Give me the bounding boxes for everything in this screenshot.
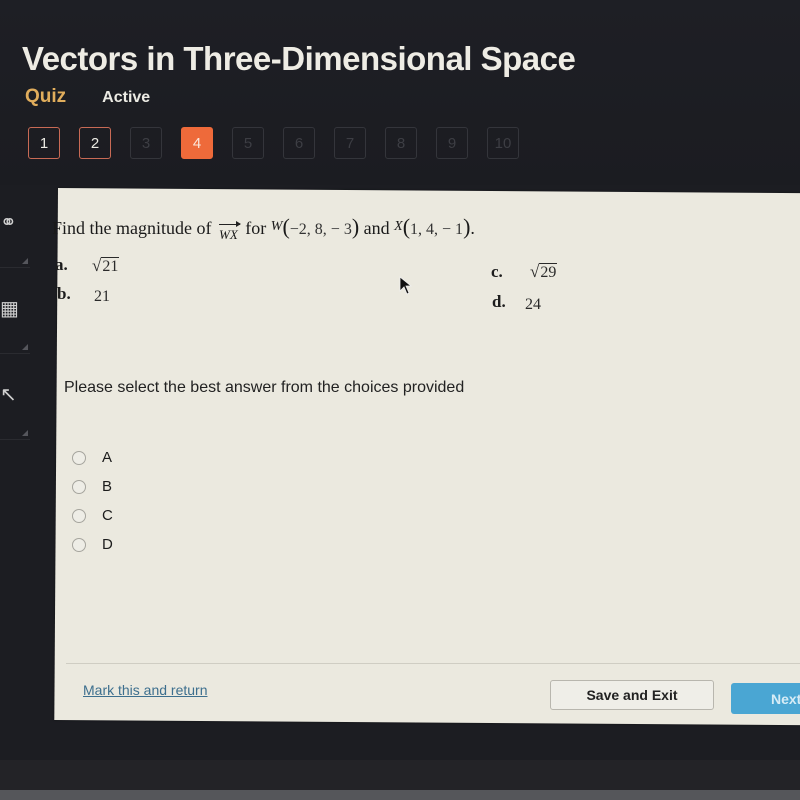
calculator-icon: ▦ [0, 298, 19, 320]
save-and-exit-button[interactable]: Save and Exit [550, 680, 714, 710]
quiz-header: Vectors in Three-Dimensional Space Quiz … [0, 0, 800, 185]
answer-option-d[interactable]: D [72, 530, 113, 559]
expand-corner-icon [22, 344, 28, 350]
question-nav-5[interactable]: 5 [232, 127, 264, 159]
answer-option-label: B [102, 478, 113, 495]
expand-corner-icon [22, 258, 28, 264]
answer-option-label: A [102, 449, 113, 466]
pointer-tool-button[interactable]: ↖ [0, 354, 30, 440]
mouse-cursor-icon [399, 276, 413, 295]
close-paren: ) [351, 214, 360, 239]
question-nav-7[interactable]: 7 [334, 127, 366, 159]
open-paren: ( [402, 214, 411, 239]
question-for: for [245, 218, 267, 238]
question-navigator: 1 2 3 4 5 6 7 8 9 10 [28, 127, 538, 159]
choice-c-letter: c. [491, 262, 503, 281]
question-text: Find the magnitude of WX for W(−2, 8, − … [52, 214, 475, 243]
radio-c[interactable] [72, 508, 86, 523]
question-prefix: Find the magnitude of [52, 218, 212, 238]
sqrt-icon: √ [92, 256, 102, 275]
question-nav-6[interactable]: 6 [283, 127, 315, 159]
question-period: . [470, 218, 475, 238]
choice-b-value: 21 [94, 288, 110, 305]
question-nav-3[interactable]: 3 [130, 127, 162, 159]
answer-option-label: C [102, 507, 113, 524]
tool-sidebar: ⚭ ▦ ↖ [0, 182, 32, 440]
expand-corner-icon [22, 430, 28, 436]
audio-tool-button[interactable]: ⚭ [0, 182, 30, 268]
instruction-text: Please select the best answer from the c… [64, 379, 465, 396]
question-nav-1[interactable]: 1 [28, 127, 60, 159]
answer-option-b[interactable]: B [72, 472, 113, 501]
question-nav-2[interactable]: 2 [79, 127, 111, 159]
question-nav-4[interactable]: 4 [181, 127, 213, 159]
answer-options: A B C D [72, 443, 113, 559]
choice-c-radicand: 29 [539, 263, 558, 281]
page-title: Vectors in Three-Dimensional Space [22, 40, 576, 77]
question-and: and [363, 218, 390, 238]
quiz-status-label: Active [102, 89, 151, 106]
footer-divider [66, 663, 800, 664]
mark-and-return-link[interactable]: Mark this and return [83, 682, 208, 698]
screen-bezel-edge [0, 790, 800, 800]
point-w-name: W [270, 219, 283, 234]
quiz-status-row: Quiz Active [25, 86, 150, 108]
choice-d-value: 24 [525, 296, 541, 313]
answer-option-label: D [102, 536, 113, 553]
vector-wx: WX [218, 221, 241, 242]
point-w-coords: −2, 8, − 3 [289, 221, 352, 238]
radio-b[interactable] [72, 479, 86, 494]
next-button[interactable]: Next [731, 683, 800, 714]
quiz-type-label: Quiz [25, 86, 67, 107]
question-nav-8[interactable]: 8 [385, 127, 417, 159]
answer-option-a[interactable]: A [72, 443, 113, 472]
pointer-tool-icon: ↖ [0, 384, 17, 406]
choice-b-letter: b. [57, 284, 71, 303]
headphones-icon: ⚭ [0, 212, 17, 234]
question-nav-9[interactable]: 9 [436, 127, 468, 159]
calculator-tool-button[interactable]: ▦ [0, 268, 30, 354]
sqrt-icon: √ [530, 262, 540, 281]
choice-a-value: √ 21 [92, 256, 120, 276]
radio-d[interactable] [72, 537, 86, 552]
choice-d-letter: d. [492, 292, 506, 311]
choice-c-value: √ 29 [530, 262, 558, 282]
radio-a[interactable] [72, 450, 86, 465]
choice-a-radicand: 21 [101, 257, 120, 275]
question-nav-10[interactable]: 10 [487, 127, 519, 159]
question-panel [54, 188, 800, 726]
open-paren: ( [282, 214, 290, 239]
point-x-coords: 1, 4, − 1 [410, 221, 464, 238]
choice-a-letter: a. [55, 255, 68, 274]
point-x-name: X [394, 219, 403, 234]
answer-option-c[interactable]: C [72, 501, 113, 530]
